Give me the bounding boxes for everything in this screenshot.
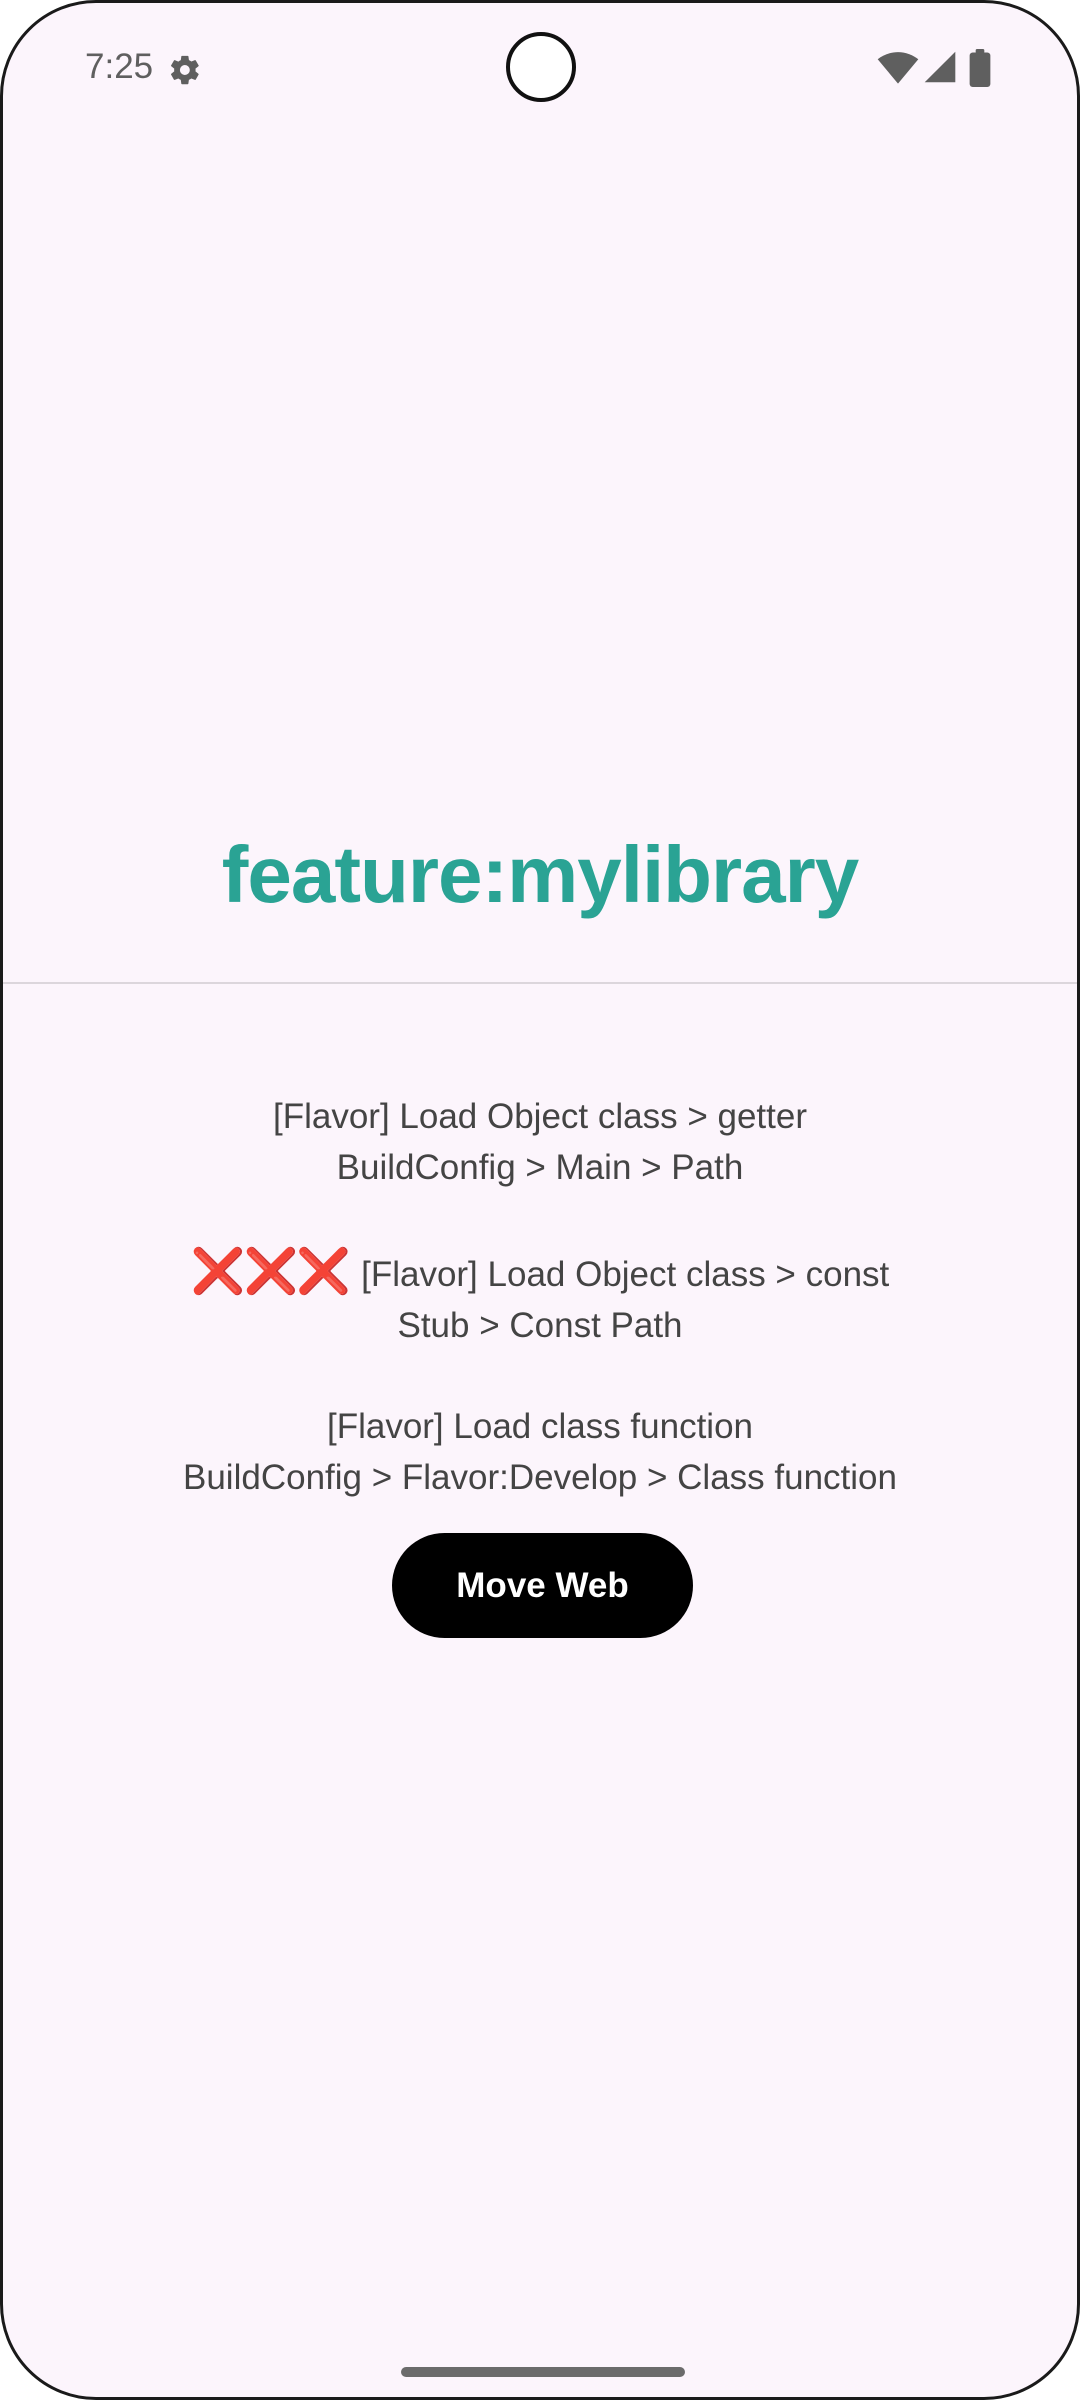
move-web-button[interactable]: Move Web [392, 1533, 693, 1638]
home-indicator[interactable] [401, 2367, 685, 2377]
settings-gear-icon [168, 53, 202, 87]
message-getter-line1: [Flavor] Load Object class > getter [272, 1097, 807, 1136]
message-const-line1-row: ❌❌❌ [Flavor] Load Object class > const [3, 1246, 1077, 1300]
failure-x-icon: ❌❌❌ [190, 1246, 351, 1297]
status-bar: 7:25 [3, 3, 1077, 133]
message-getter: [Flavor] Load Object class > getter Buil… [3, 1091, 1077, 1193]
status-icons [877, 49, 1007, 89]
cell-signal-icon [924, 51, 956, 83]
divider [3, 982, 1077, 984]
message-const-line2: Stub > Const Path [397, 1306, 683, 1345]
battery-icon [969, 49, 991, 87]
front-camera-cutout [506, 32, 576, 102]
message-class-function-line2: BuildConfig > Flavor:Develop > Class fun… [183, 1458, 897, 1497]
message-const-line1: [Flavor] Load Object class > const [361, 1255, 890, 1294]
message-class-function: [Flavor] Load class function BuildConfig… [3, 1401, 1077, 1503]
status-time: 7:25 [85, 47, 154, 86]
message-class-function-line1: [Flavor] Load class function [326, 1407, 754, 1446]
phone-screen: 7:25 feature:mylibrary [Flavor] Load Obj… [0, 0, 1080, 2400]
message-getter-line2: BuildConfig > Main > Path [336, 1148, 744, 1187]
screen-title: feature:mylibrary [221, 830, 860, 919]
message-const: ❌❌❌ [Flavor] Load Object class > const St… [3, 1246, 1077, 1351]
wifi-icon [877, 52, 919, 84]
